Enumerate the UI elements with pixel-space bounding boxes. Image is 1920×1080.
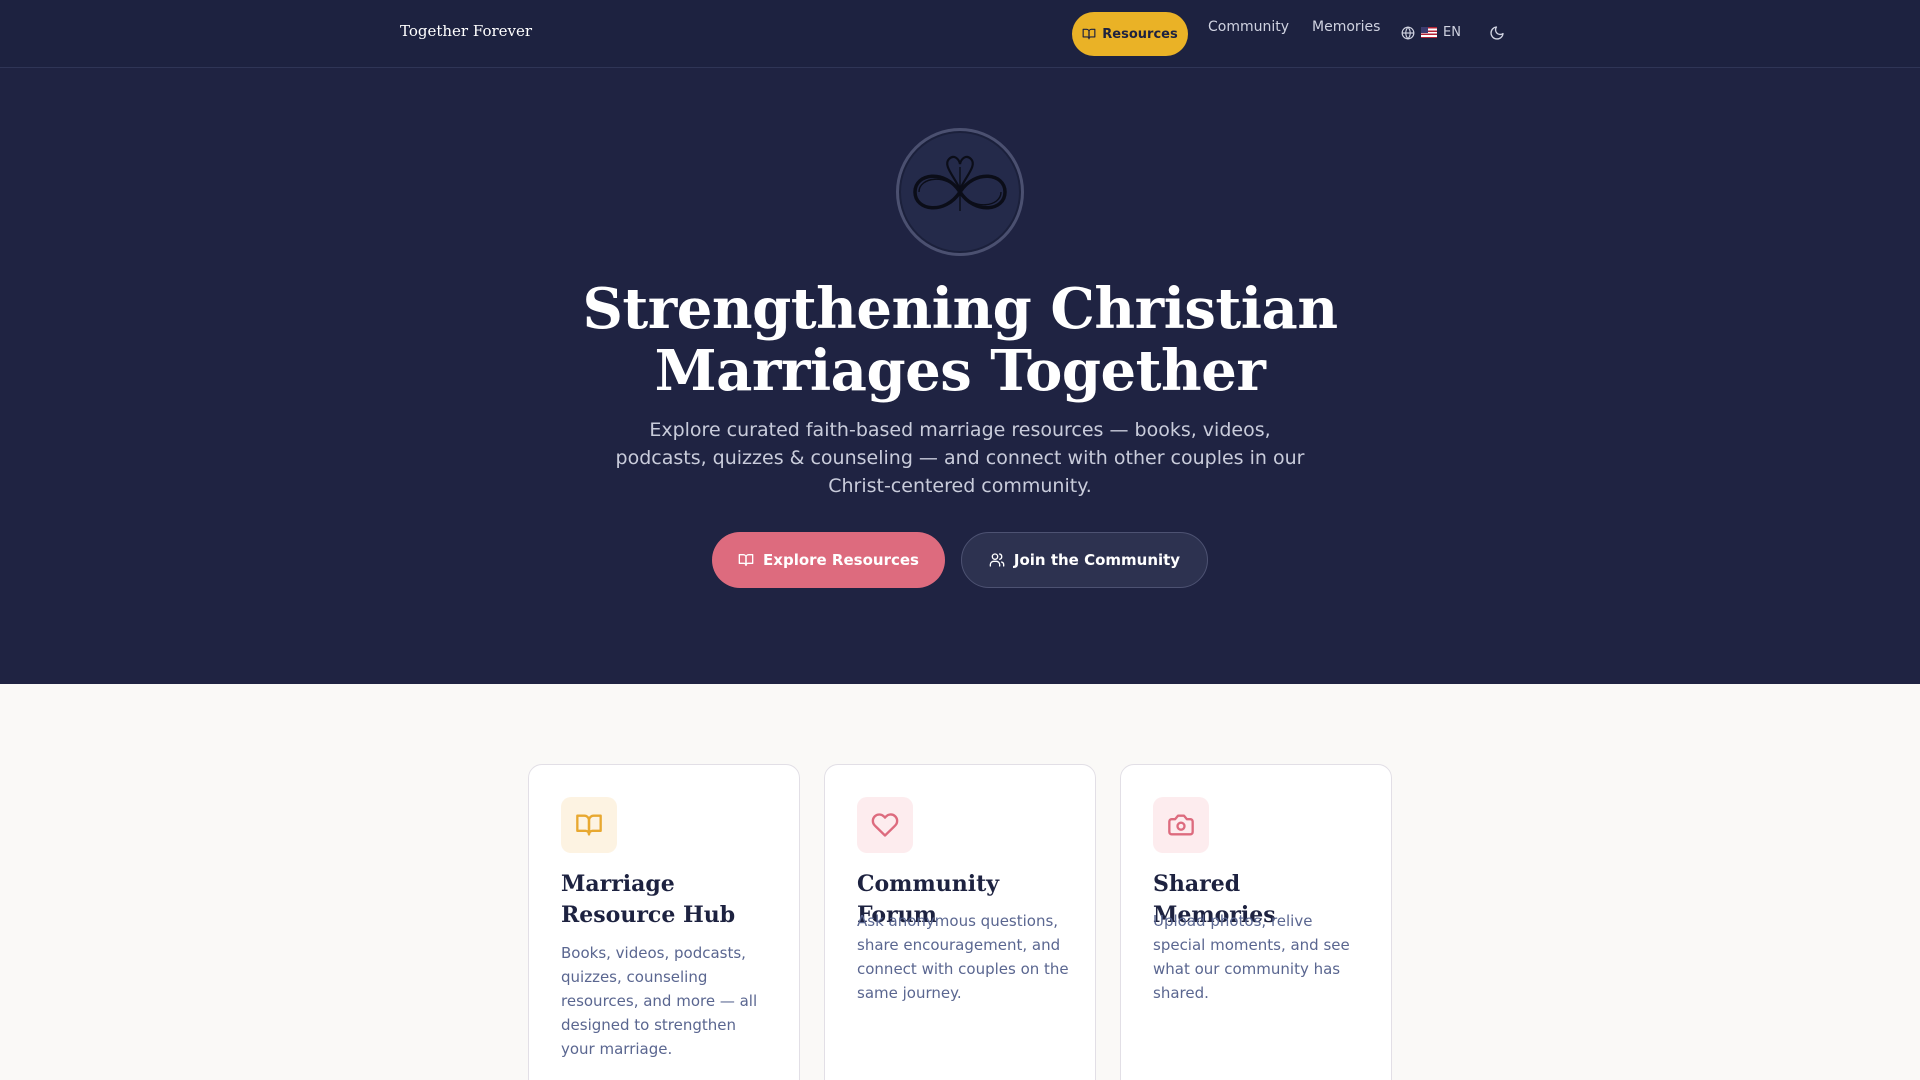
camera-icon	[1168, 814, 1194, 836]
join-community-button[interactable]: Join the Community	[961, 532, 1208, 588]
us-flag-icon	[1421, 27, 1437, 38]
infinity-heart-icon	[913, 155, 1007, 211]
book-open-icon	[576, 814, 602, 836]
nav-item-community[interactable]: Community	[1208, 19, 1289, 35]
feature-card-shared-memories[interactable]: Shared Memories Upload photos, relive sp…	[1120, 764, 1392, 1080]
top-nav: Together Forever Resources Community Mem…	[0, 0, 1920, 68]
card-icon-tile	[857, 797, 913, 853]
card-description: Ask anonymous questions, share encourage…	[857, 912, 1069, 1002]
button-label: Explore Resources	[763, 551, 919, 569]
hero-subtitle: Explore curated faith-based marriage res…	[615, 419, 1305, 497]
card-icon-tile	[1153, 797, 1209, 853]
feature-card-resource-hub[interactable]: Marriage Resource Hub Books, videos, pod…	[528, 764, 800, 1080]
moon-icon[interactable]	[1489, 25, 1505, 41]
nav-item-label: Community	[1208, 19, 1290, 35]
language-label: EN	[1443, 25, 1461, 40]
nav-item-label: Resources	[1102, 26, 1178, 42]
explore-resources-button[interactable]: Explore Resources	[712, 532, 945, 588]
hero-section: Strengthening Christian Marriages Togeth…	[0, 68, 1920, 684]
nav-item-resources[interactable]: Resources	[1072, 12, 1188, 56]
book-open-icon	[1082, 28, 1096, 40]
card-title: Marriage Resource Hub	[561, 871, 736, 928]
infinity-heart-logo	[896, 128, 1024, 256]
book-open-icon	[738, 554, 754, 566]
globe-icon	[1401, 25, 1415, 40]
card-icon-tile	[561, 797, 617, 853]
feature-card-community-forum[interactable]: Community Forum Ask anonymous questions,…	[824, 764, 1096, 1080]
brand-logo-text[interactable]: Together Forever	[400, 22, 532, 40]
nav-item-memories[interactable]: Memories	[1312, 19, 1380, 35]
card-description: Upload photos, relive special moments, a…	[1153, 912, 1350, 1002]
hero-title: Strengthening Christian Marriages Togeth…	[582, 276, 1338, 404]
card-description: Books, videos, podcasts, quizzes, counse…	[561, 944, 758, 1058]
users-icon	[989, 553, 1005, 567]
nav-item-label: Memories	[1312, 19, 1381, 35]
button-label: Join the Community	[1013, 551, 1181, 569]
heart-icon	[871, 813, 899, 837]
language-selector[interactable]: EN	[1401, 25, 1461, 40]
